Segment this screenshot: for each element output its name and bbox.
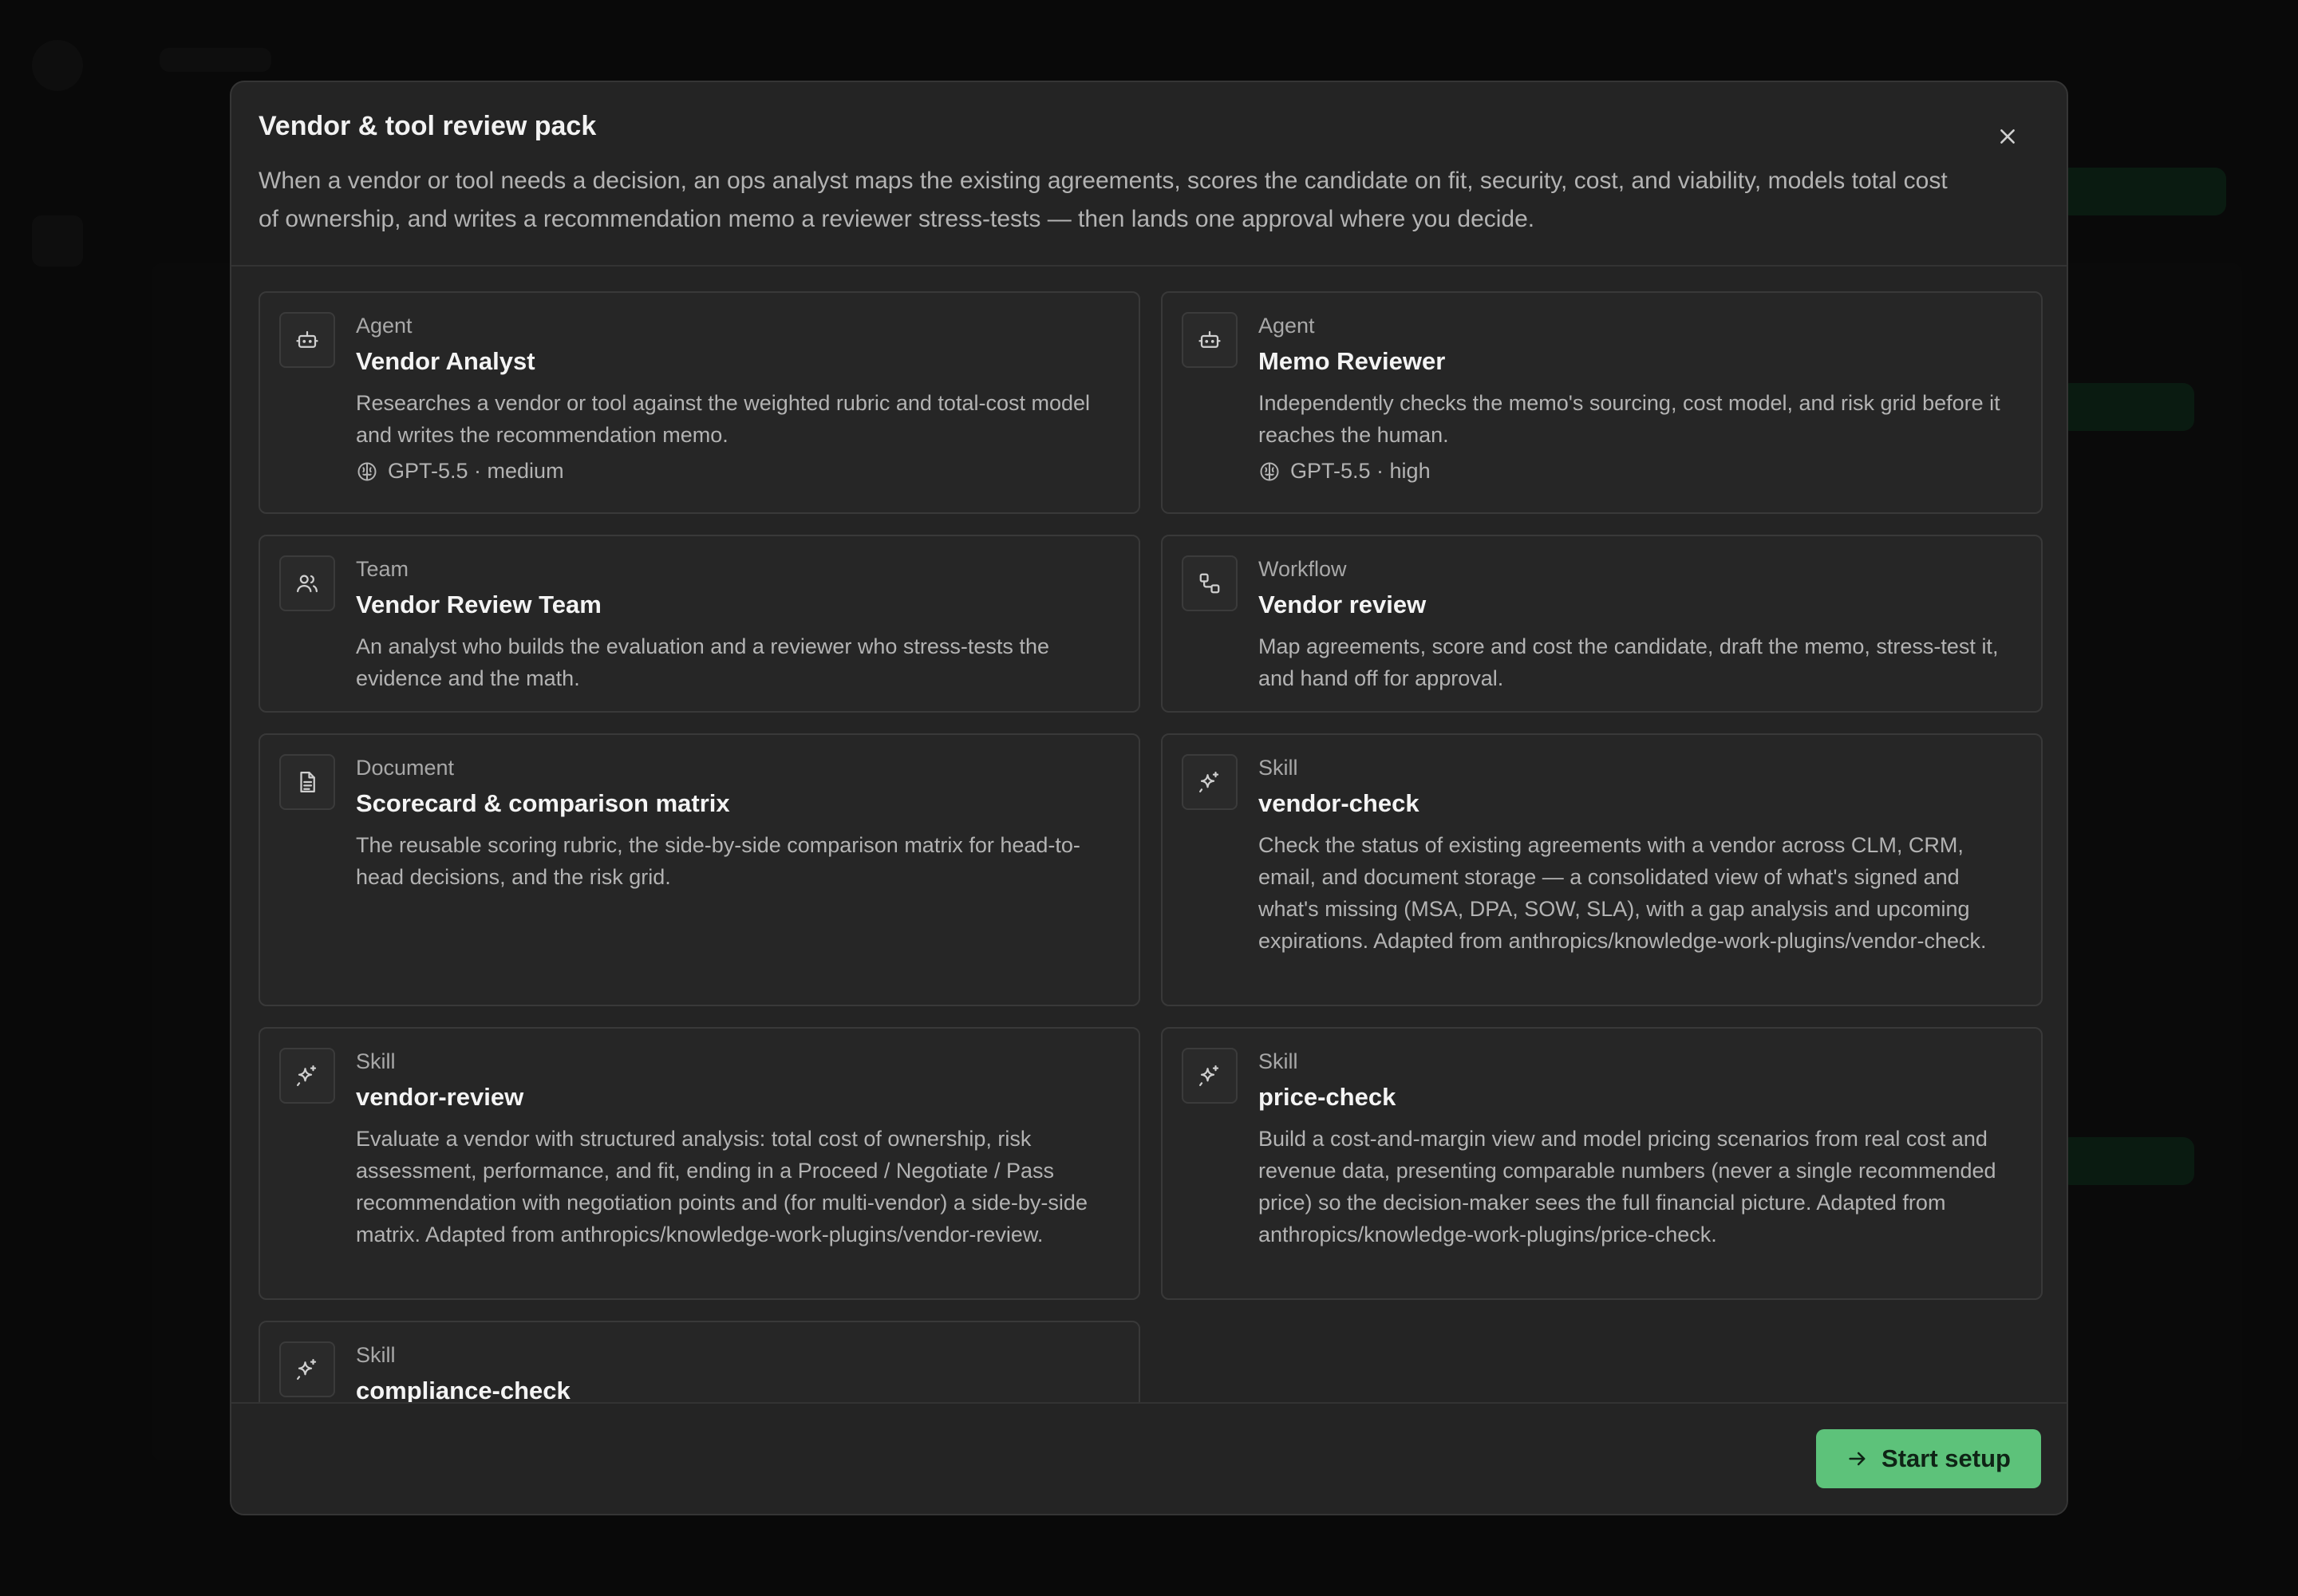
brain-icon [357,462,377,480]
start-setup-button[interactable]: Start setup [1816,1429,2041,1488]
item-name: compliance-check [356,1377,571,1404]
item-description: Researches a vendor or tool against the … [356,391,1091,447]
pack-item-workflow-vendor-review[interactable]: Workflow Vendor review Map agreements, s… [1161,535,2043,713]
document-icon [279,754,335,810]
sparkle-icon [1182,1048,1238,1104]
pack-item-team-vendor-review-team[interactable]: Team Vendor Review Team An analyst who b… [259,535,1140,713]
pack-item-agent-memo-reviewer[interactable]: Agent Memo Reviewer Independently checks… [1161,291,2043,514]
close-button[interactable] [1988,117,2027,156]
sparkle-icon [279,1048,335,1104]
model-info: GPT-5.5 · medium [356,459,564,484]
pack-modal: Vendor & tool review pack When a vendor … [230,81,2068,1515]
item-kind: Skill [1258,1049,1298,1073]
pack-item-skill-price-check[interactable]: Skill price-check Build a cost-and-margi… [1161,1027,2043,1300]
item-name: vendor-check [1258,789,1419,817]
workflow-icon [1182,555,1238,611]
item-kind: Skill [356,1343,396,1367]
item-description: Evaluate a vendor with structured analys… [356,1127,1088,1246]
pack-item-skill-vendor-review[interactable]: Skill vendor-review Evaluate a vendor wi… [259,1027,1140,1300]
item-name: price-check [1258,1083,1396,1111]
item-description: The reusable scoring rubric, the side-by… [356,833,1080,889]
model-info: GPT-5.5 · high [1258,459,1431,484]
item-description: Independently checks the memo's sourcing… [1258,391,2000,447]
close-icon [2000,129,2015,144]
item-name: Memo Reviewer [1258,347,1446,375]
item-name: Vendor Analyst [356,347,535,375]
bot-icon [279,312,335,368]
model-label: GPT-5.5 · medium [388,459,564,483]
item-description: Map agreements, score and cost the candi… [1258,634,1999,690]
item-description: An analyst who builds the evaluation and… [356,634,1049,690]
users-icon [279,555,335,611]
item-kind: Agent [1258,314,1315,338]
item-kind: Skill [1258,756,1298,780]
modal-header: Vendor & tool review pack When a vendor … [231,82,2067,267]
item-name: Scorecard & comparison matrix [356,789,730,817]
sparkle-icon [1182,754,1238,810]
modal-description: When a vendor or tool needs a decision, … [259,168,1948,232]
pack-item-skill-vendor-check[interactable]: Skill vendor-check Check the status of e… [1161,733,2043,1006]
brain-icon [1260,462,1279,480]
item-name: Vendor Review Team [356,591,602,618]
pack-item-document-scorecard[interactable]: Document Scorecard & comparison matrix T… [259,733,1140,1006]
item-kind: Team [356,557,409,581]
start-setup-label: Start setup [1881,1444,2011,1472]
sparkle-icon [279,1341,335,1397]
item-kind: Agent [356,314,413,338]
arrow-right-icon [1849,1452,1866,1466]
item-name: Vendor review [1258,591,1427,618]
item-name: vendor-review [356,1083,524,1111]
item-description: Check the status of existing agreements … [1258,833,1987,953]
bot-icon [1182,312,1238,368]
item-kind: Workflow [1258,557,1347,581]
modal-footer: Start setup [231,1402,2067,1514]
pack-item-skill-compliance-check[interactable]: Skill compliance-check [259,1321,1140,1405]
item-kind: Document [356,756,455,780]
model-label: GPT-5.5 · high [1290,459,1431,483]
pack-item-agent-vendor-analyst[interactable]: Agent Vendor Analyst Researches a vendor… [259,291,1140,514]
pack-items-list[interactable]: Agent Vendor Analyst Researches a vendor… [259,291,2043,1405]
modal-title: Vendor & tool review pack [259,111,597,141]
item-description: Build a cost-and-margin view and model p… [1258,1127,1996,1246]
item-kind: Skill [356,1049,396,1073]
